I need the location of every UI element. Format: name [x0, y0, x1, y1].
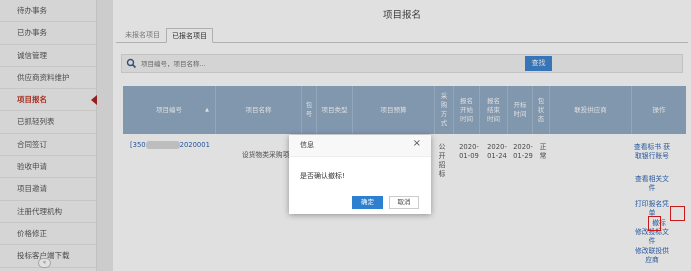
dialog-title: 信息 — [300, 141, 314, 149]
close-icon[interactable]: × — [413, 139, 421, 149]
confirm-dialog: 信息 × 是否确认撤标! 确定 取消 — [289, 135, 431, 214]
confirm-button[interactable]: 确定 — [352, 196, 383, 209]
dialog-message: 是否确认撤标! — [300, 172, 345, 180]
dialog-header: 信息 × — [289, 135, 431, 157]
cancel-button[interactable]: 取消 — [389, 196, 419, 209]
